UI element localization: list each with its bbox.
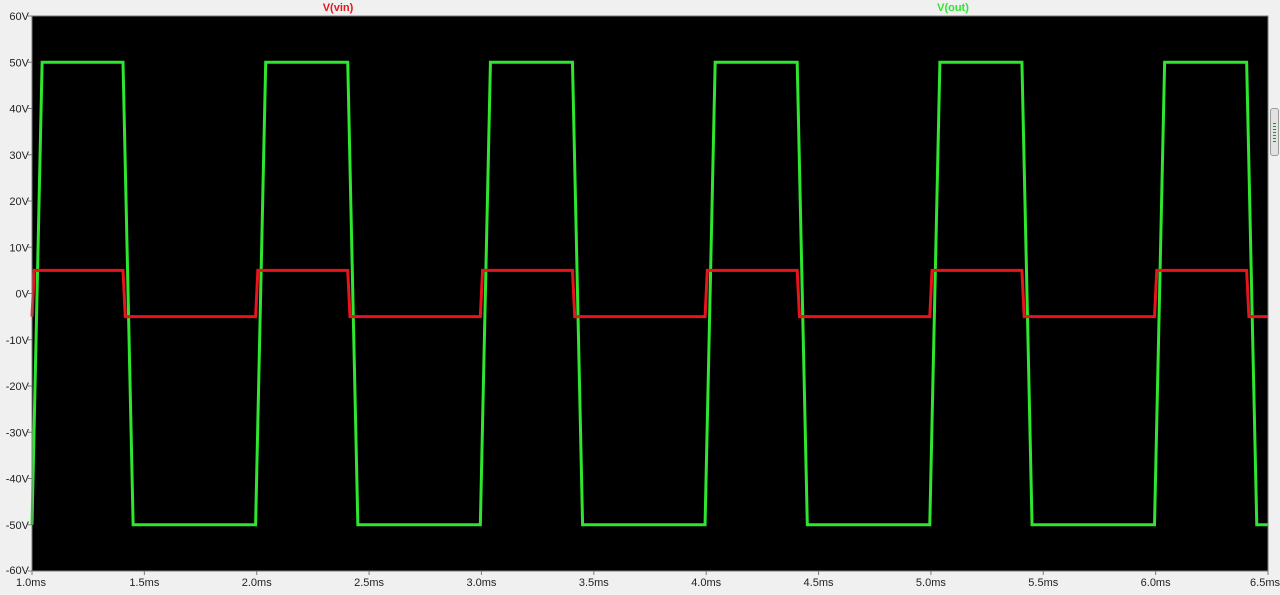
x-tick-label: 4.5ms [804, 577, 834, 589]
x-tick-label: 5.0ms [916, 577, 946, 589]
y-tick-label: 40V [9, 104, 29, 116]
legend-label-vout[interactable]: V(out) [937, 2, 969, 14]
y-tick-label: 50V [9, 57, 29, 69]
y-tick-label: 20V [9, 196, 29, 208]
scroll-grip [1273, 141, 1276, 142]
x-tick-label: 1.5ms [129, 577, 159, 589]
y-tick-label: -30V [6, 427, 30, 439]
scroll-grip [1273, 126, 1276, 127]
y-tick-label: -50V [6, 520, 30, 532]
x-tick-label: 5.5ms [1028, 577, 1058, 589]
y-tick-label: -60V [6, 565, 30, 577]
scroll-handle[interactable] [1270, 108, 1279, 156]
y-tick-label: -10V [6, 335, 30, 347]
x-tick-label: 1.0ms [16, 577, 46, 589]
y-tick-label: -40V [6, 474, 30, 486]
y-tick-label: -20V [6, 381, 30, 393]
x-tick-label: 6.5ms [1250, 577, 1280, 589]
waveform-chart: 60V 50V 40V 30V 20V 10V 0V -10V -20V -30V -40V -50V… [0, 0, 1280, 595]
x-tick-label: 6.0ms [1141, 577, 1171, 589]
x-tick-label: 3.5ms [579, 577, 609, 589]
scroll-grip [1273, 132, 1276, 133]
y-tick-label: 0V [16, 289, 30, 301]
y-tick-label: 60V [9, 11, 29, 23]
scroll-grip [1273, 129, 1276, 130]
plot-background [32, 16, 1268, 571]
legend-layer: V(vin) V(out) [323, 2, 970, 14]
y-tick-label: 30V [9, 150, 29, 162]
scroll-grip [1273, 123, 1276, 124]
scroll-grip [1273, 138, 1276, 139]
x-tick-label: 4.0ms [691, 577, 721, 589]
x-tick-label: 2.5ms [354, 577, 384, 589]
x-tick-label: 3.0ms [466, 577, 496, 589]
x-tick-label: 2.0ms [242, 577, 272, 589]
legend-label-vin[interactable]: V(vin) [323, 2, 354, 14]
y-tick-label: 10V [9, 242, 29, 254]
scroll-grip [1273, 135, 1276, 136]
